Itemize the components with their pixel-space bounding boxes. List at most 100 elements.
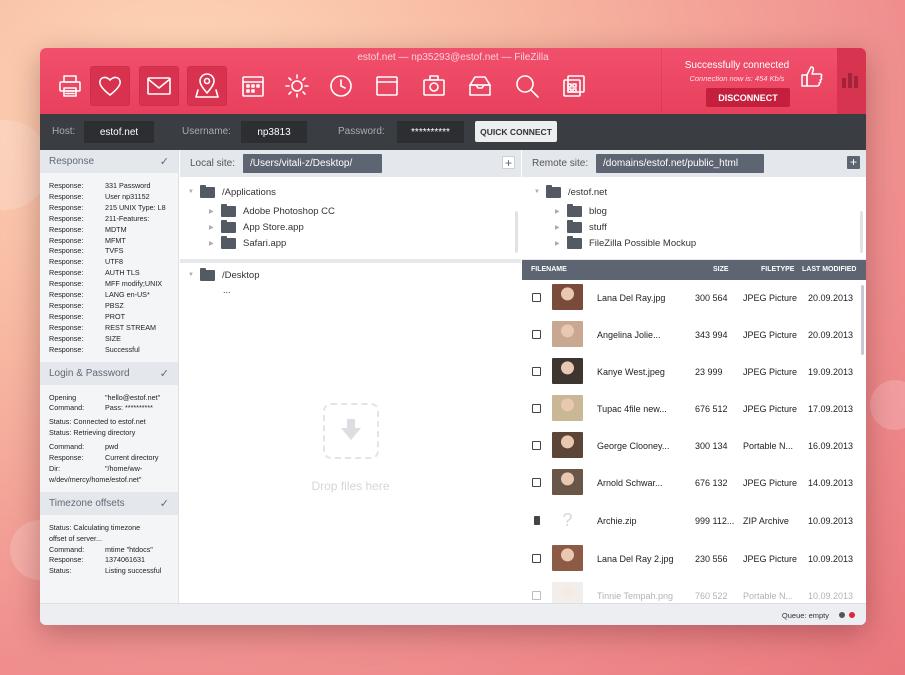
file-row[interactable]: Lana Del Ray 2.jpg 230 556 JPEG Picture 10.… [522, 541, 860, 578]
search-icon[interactable] [507, 66, 547, 106]
col-filename[interactable]: FILENAME [531, 266, 567, 273]
tree-folder[interactable]: ▶ stuff [555, 219, 607, 234]
check-icon: ✓ [159, 367, 169, 380]
response-log: Response: 331 Password Response: User np311… [40, 173, 178, 362]
sun-icon[interactable] [277, 66, 317, 106]
log-key: Response: [49, 279, 84, 289]
password-label: Password: [338, 126, 385, 137]
folder-label: /Desktop [222, 269, 260, 281]
collapse-arrow-icon: ▶ [555, 208, 560, 215]
remote-site-header: Remote site: /domains/estof.net/public_h… [522, 150, 866, 177]
bar-chart-icon[interactable] [837, 48, 866, 114]
file-size: 760 522 [695, 591, 728, 601]
window-icon[interactable] [367, 66, 407, 106]
log-value: PBSZ [105, 300, 124, 310]
drop-zone[interactable]: Drop files here [180, 403, 521, 523]
tree-folder-estof[interactable]: ▼ /estof.net [534, 184, 607, 199]
status-dot-active [849, 612, 855, 618]
response-section-header[interactable]: Response ✓ [40, 150, 178, 173]
mail-icon[interactable] [139, 66, 179, 106]
folder-icon [221, 219, 236, 233]
file-row[interactable]: Tupac 4file new... 676 512 JPEG Picture 17.… [522, 391, 860, 428]
folder-label: App Store.app [243, 221, 304, 233]
layers-icon[interactable] [554, 66, 594, 106]
add-remote-button[interactable]: + [847, 156, 860, 169]
log-value: UTF8 [105, 257, 123, 267]
file-row[interactable]: Angelina Jolie... 343 994 JPEG Picture 20.0… [522, 317, 860, 354]
thumbs-up-icon [799, 64, 825, 95]
username-input[interactable] [241, 121, 307, 143]
file-row[interactable]: Arnold Schwar... 676 132 JPEG Picture 14.09… [522, 465, 860, 502]
timezone-section-header[interactable]: Timezone offsets ✓ [40, 491, 178, 515]
clock-icon[interactable] [321, 66, 361, 106]
disconnect-button[interactable]: DISCONNECT [706, 88, 790, 107]
host-input[interactable] [84, 121, 154, 143]
tree-folder[interactable]: ▶ blog [555, 203, 607, 218]
folder-icon [546, 184, 561, 198]
file-row[interactable]: Lana Del Ray.jpg 300 564 JPEG Picture 20.09… [522, 280, 860, 317]
local-tree-scrollbar[interactable] [515, 211, 518, 253]
log-row: Response: AUTH TLS [49, 268, 178, 279]
password-input[interactable] [397, 121, 464, 143]
check-icon: ✓ [159, 156, 169, 168]
file-date: 20.09.2013 [808, 293, 854, 303]
collapse-arrow-icon: ▶ [209, 240, 214, 247]
file-name: Kanye West.jpeg [597, 367, 665, 377]
add-local-button[interactable]: + [502, 156, 515, 169]
camera-icon[interactable] [414, 66, 454, 106]
tree-folder-applications[interactable]: ▼ /Applications [188, 184, 276, 199]
calendar-icon[interactable] [233, 66, 273, 106]
col-filetype[interactable]: FILETYPE [761, 266, 794, 273]
log-line: offset of server... [49, 533, 102, 543]
folder-icon [221, 235, 236, 249]
file-date: 16.09.2013 [808, 441, 854, 451]
folder-label: FileZilla Possible Mockup [589, 237, 697, 249]
log-value: PROT [105, 311, 125, 321]
tree-folder[interactable]: ▶ App Store.app [209, 219, 304, 234]
local-path-field[interactable]: /Users/vitali-z/Desktop/ [243, 154, 382, 173]
check-icon: ✓ [159, 497, 169, 510]
log-value: SIZE [105, 333, 121, 343]
log-key: Response: [49, 322, 84, 332]
download-arrow-icon [323, 403, 379, 459]
expand-arrow-icon: ▼ [188, 272, 194, 278]
log-key: Response: [49, 224, 84, 234]
log-row: Response: 331 Password [49, 181, 178, 192]
log-key: Response: [49, 311, 84, 321]
expand-arrow-icon: ▼ [188, 189, 194, 195]
log-row: Response: User np31152 [49, 192, 178, 203]
col-last-modified[interactable]: LAST MODIFIED [802, 266, 856, 273]
log-row: Response: SIZE [49, 334, 178, 345]
col-size[interactable]: SIZE [713, 266, 729, 273]
file-thumbnail [552, 545, 583, 571]
tree-folder[interactable]: ▶ FileZilla Possible Mockup [555, 235, 697, 250]
log-row: Response: MDTM [49, 225, 178, 236]
tree-folder-desktop[interactable]: ▼ /Desktop [188, 267, 260, 282]
inbox-icon[interactable] [460, 66, 500, 106]
remote-site-label: Remote site: [532, 158, 589, 169]
log-value: MDTM [105, 224, 127, 234]
tree-folder[interactable]: ▶ Adobe Photoshop CC [209, 203, 335, 218]
log-value: "/home/ww- [105, 463, 143, 473]
quick-connect-button[interactable]: QUICK CONNECT [475, 121, 557, 142]
toolbar: estof.net — np35293@estof.net — FileZill… [40, 48, 866, 114]
heart-icon[interactable] [90, 66, 130, 106]
image-file-icon [532, 441, 541, 450]
remote-path-field[interactable]: /domains/estof.net/public_html [596, 154, 764, 173]
file-list-scrollbar[interactable] [861, 285, 864, 355]
printer-icon[interactable] [50, 66, 90, 106]
remote-tree-scrollbar[interactable] [860, 211, 863, 253]
file-name: Tupac 4file new... [597, 404, 667, 414]
tree-folder[interactable]: ▶ Safari.app [209, 235, 286, 250]
file-row[interactable]: George Clooney... 300 134 Portable N... 16.… [522, 428, 860, 465]
file-row[interactable]: ? Archie.zip 999 112... ZIP Archive 10.09.20… [522, 503, 860, 540]
map-pin-icon[interactable] [187, 66, 227, 106]
collapse-arrow-icon: ▶ [209, 208, 214, 215]
file-type: Portable N... [743, 441, 794, 451]
login-section-header[interactable]: Login & Password ✓ [40, 361, 178, 385]
log-value: 1374061631 [105, 555, 145, 565]
folder-icon [567, 219, 582, 233]
file-date: 10.09.2013 [808, 554, 854, 564]
file-row[interactable]: Kanye West.jpeg 23 999 JPEG Picture 19.09.2… [522, 354, 860, 391]
parent-directory-item[interactable]: ... [223, 283, 231, 297]
